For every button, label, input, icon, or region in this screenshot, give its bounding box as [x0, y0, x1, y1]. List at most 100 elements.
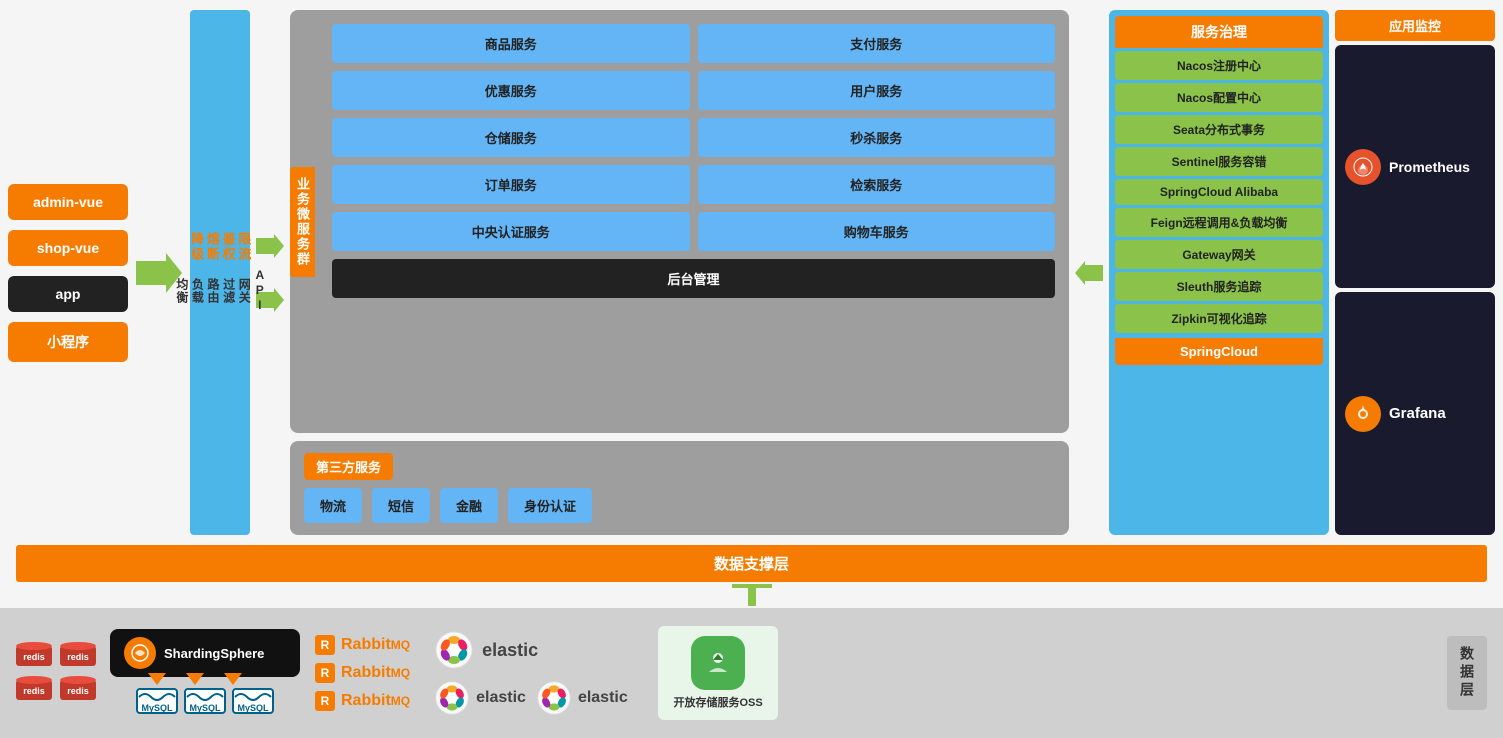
tp-logistics: 物流 [304, 488, 362, 523]
redis-instance-4: redis [60, 676, 96, 704]
svg-text:redis: redis [67, 652, 89, 662]
grafana-icon [1345, 396, 1381, 432]
gateway-column: 限流 鉴权 熔断 降级 API网关过滤路由负载均衡 [190, 10, 250, 535]
service-cart: 购物车服务 [698, 212, 1056, 251]
business-label: 业务微服务群 [290, 167, 315, 277]
gov-zipkin: Zipkin可视化追踪 [1115, 304, 1323, 333]
sharding-arrows [148, 673, 242, 685]
services-grid: 商品服务 支付服务 优惠服务 用户服务 仓储服务 秒杀服务 订单服务 检索服务 … [332, 24, 1055, 298]
redis-cluster: redis redis redis [16, 642, 96, 704]
mysql-1: MySQL [135, 683, 179, 717]
sharding-logo-box: ShardingSphere [110, 629, 300, 677]
client-admin-vue: admin-vue [8, 184, 128, 220]
elastic-3-label: elastic [578, 689, 628, 707]
client-label: 小程序 [47, 334, 89, 350]
business-services-box: 业务微服务群 商品服务 支付服务 优惠服务 用户服务 仓储服务 秒杀服务 订单服… [290, 10, 1069, 433]
oss-icon [691, 636, 745, 690]
elastic-section: elastic elastic [424, 630, 644, 716]
third-party-box: 第三方服务 物流 短信 金融 身份认证 [290, 441, 1069, 535]
grafana-label: Grafana [1389, 405, 1446, 422]
oss-label: 开放存储服务OSS [674, 694, 763, 710]
rabbitmq-3-label: RabbitMQ [341, 692, 410, 710]
center-services: 业务微服务群 商品服务 支付服务 优惠服务 用户服务 仓储服务 秒杀服务 订单服… [290, 10, 1069, 535]
monitoring-column: 应用监控 Prometheus [1335, 10, 1495, 535]
svg-text:R: R [321, 694, 330, 708]
prometheus-icon [1345, 149, 1381, 185]
main-wrapper: admin-vue shop-vue app 小程序 限流 鉴权 熔断 [0, 0, 1503, 738]
gov-seata: Seata分布式事务 [1115, 115, 1323, 144]
elastic-23-row: elastic elastic [434, 680, 644, 716]
oss-box: 开放存储服务OSS [658, 626, 778, 720]
service-coupon: 优惠服务 [332, 71, 690, 110]
client-mini-program: 小程序 [8, 322, 128, 362]
right-section: 服务治理 Nacos注册中心 Nacos配置中心 Seata分布式事务 Sent… [1109, 10, 1495, 535]
elastic-2-label: elastic [476, 689, 526, 707]
rabbitmq-section: R RabbitMQ R RabbitMQ R RabbitMQ [314, 634, 410, 712]
governance-bottom: SpringCloud [1115, 338, 1323, 365]
svg-text:MySQL: MySQL [189, 703, 221, 713]
svg-text:MySQL: MySQL [141, 703, 173, 713]
gov-nacos-config: Nacos配置中心 [1115, 83, 1323, 112]
governance-title: 服务治理 [1115, 16, 1323, 48]
service-order: 订单服务 [332, 165, 690, 204]
data-layer-label: 数据层 [1447, 636, 1487, 710]
top-area: admin-vue shop-vue app 小程序 限流 鉴权 熔断 [0, 0, 1503, 541]
data-support-section: 数据支撑层 [0, 541, 1503, 582]
service-admin: 后台管理 [332, 259, 1055, 298]
redis-instance-1: redis [16, 642, 52, 670]
elastic-3: elastic [536, 680, 628, 716]
gov-sleuth: Sleuth服务追踪 [1115, 272, 1323, 301]
governance-container: 服务治理 Nacos注册中心 Nacos配置中心 Seata分布式事务 Sent… [1109, 10, 1329, 535]
mysql-3: MySQL [231, 683, 275, 717]
svg-text:redis: redis [23, 686, 45, 696]
grafana-box: Grafana [1335, 292, 1495, 535]
rabbitmq-3: R RabbitMQ [314, 690, 410, 712]
tp-sms: 短信 [372, 488, 430, 523]
redis-instance-3: redis [16, 676, 52, 704]
data-layer-area: redis redis redis [0, 608, 1503, 738]
third-party-label: 第三方服务 [304, 453, 393, 480]
service-warehouse: 仓储服务 [332, 118, 690, 157]
gov-to-biz-arrow [1075, 10, 1103, 535]
service-auth: 中央认证服务 [332, 212, 690, 251]
service-seckill: 秒杀服务 [698, 118, 1056, 157]
rabbitmq-1-label: RabbitMQ [341, 636, 410, 654]
client-label: shop-vue [37, 240, 99, 256]
client-shop-vue: shop-vue [8, 230, 128, 266]
mysql-2: MySQL [183, 683, 227, 717]
client-label: app [56, 286, 81, 302]
client-app: app [8, 276, 128, 312]
sharding-text: ShardingSphere [164, 646, 264, 661]
gov-nacos-registry: Nacos注册中心 [1115, 51, 1323, 80]
sharding-section: ShardingSphere MySQL [110, 629, 300, 717]
client-apps-column: admin-vue shop-vue app 小程序 [8, 10, 128, 535]
sharding-icon [124, 637, 156, 669]
gov-springcloud-alibaba: SpringCloud Alibaba [1115, 179, 1323, 205]
elastic-1-label: elastic [482, 640, 538, 661]
client-label: admin-vue [33, 194, 103, 210]
tp-auth: 身份认证 [508, 488, 592, 523]
service-goods: 商品服务 [332, 24, 690, 63]
monitoring-title: 应用监控 [1335, 10, 1495, 41]
service-pay: 支付服务 [698, 24, 1056, 63]
tp-finance: 金融 [440, 488, 498, 523]
gateway-top-labels: 限流 鉴权 熔断 降级 [189, 232, 251, 262]
data-support-bar: 数据支撑层 [16, 545, 1487, 582]
rabbitmq-1: R RabbitMQ [314, 634, 410, 656]
gateway-bottom-text: API网关过滤路由负载均衡 [173, 268, 267, 313]
mysql-group: MySQL MySQL MySQL [110, 683, 300, 717]
svg-text:MySQL: MySQL [237, 703, 269, 713]
prometheus-box: Prometheus [1335, 45, 1495, 288]
elastic-2: elastic [434, 680, 526, 716]
gov-sentinel: Sentinel服务容错 [1115, 147, 1323, 176]
service-search: 检索服务 [698, 165, 1056, 204]
gov-gateway: Gateway网关 [1115, 240, 1323, 269]
elastic-1: elastic [434, 630, 644, 670]
rabbitmq-2-label: RabbitMQ [341, 664, 410, 682]
service-user: 用户服务 [698, 71, 1056, 110]
svg-text:redis: redis [67, 686, 89, 696]
redis-instance-2: redis [60, 642, 96, 670]
svg-text:R: R [321, 638, 330, 652]
data-support-arrow [0, 582, 1503, 608]
svg-text:redis: redis [23, 652, 45, 662]
